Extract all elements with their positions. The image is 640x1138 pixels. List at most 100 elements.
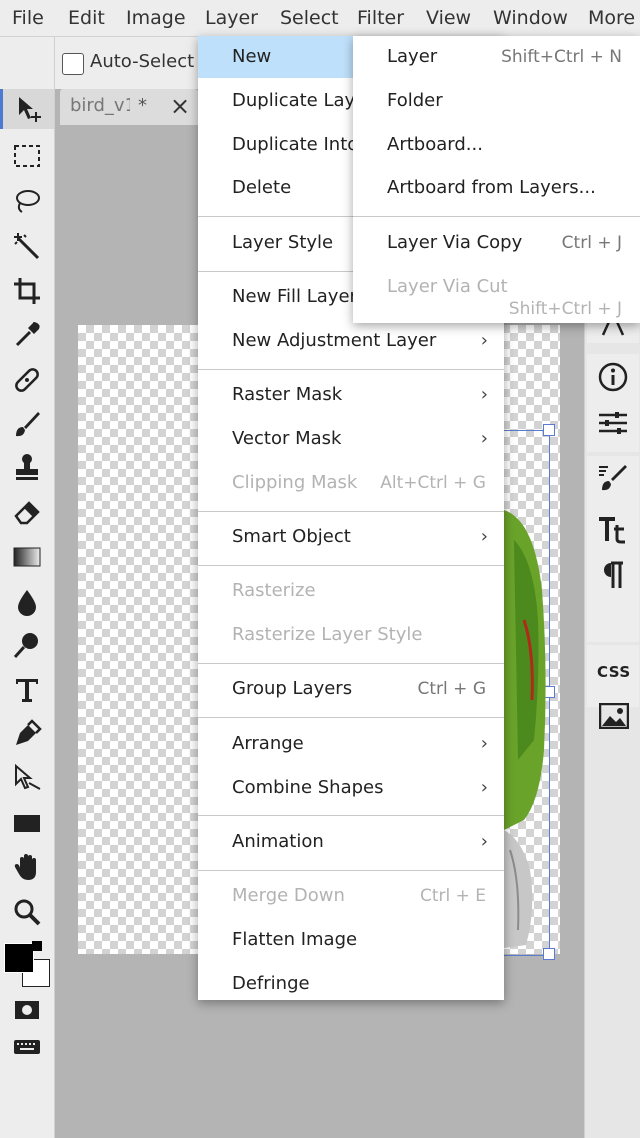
menu-more[interactable]: More: [588, 0, 635, 36]
menu-select[interactable]: Select: [280, 0, 339, 36]
document-tab[interactable]: bird_v1 * ×: [60, 89, 198, 125]
layer-menu-item-clipping-mask: Clipping Mask Alt+Ctrl + G: [198, 462, 504, 504]
info-panel-button[interactable]: [587, 356, 639, 398]
menu-separator: [198, 717, 504, 719]
path-select-tool[interactable]: [3, 758, 51, 798]
menu-item-label: New: [232, 46, 272, 67]
image-icon[interactable]: [599, 703, 629, 729]
crop-icon: [14, 278, 40, 304]
menu-item-label: New Fill Layer: [232, 286, 357, 307]
layer-menu-item-group-layers[interactable]: Group Layers Ctrl + G: [198, 668, 504, 710]
magnifier-icon: [14, 899, 41, 926]
keyboard-tool[interactable]: [3, 1027, 51, 1067]
magic-wand-icon: [14, 233, 40, 260]
mask-icon: [15, 1001, 39, 1019]
default-colors-icon[interactable]: [32, 941, 42, 951]
menu-file[interactable]: File: [12, 0, 44, 36]
shape-tool[interactable]: [3, 803, 51, 843]
menu-item-label: Delete: [232, 177, 292, 199]
tab-close-icon[interactable]: ×: [170, 92, 190, 120]
parrot-image: [504, 510, 546, 948]
dodge-icon: [13, 633, 38, 659]
crop-tool[interactable]: [3, 271, 51, 311]
new-submenu-item-artboard-from-layers[interactable]: Artboard from Layers...: [353, 167, 640, 209]
layer-menu-item-merge-down: Merge Down Ctrl + E: [198, 875, 504, 917]
menu-separator: [198, 368, 504, 370]
transform-handle[interactable]: [543, 424, 555, 436]
new-submenu-item-layer-via-copy[interactable]: Layer Via Copy Ctrl + J: [353, 222, 640, 264]
auto-select-label: Auto-Select: [90, 51, 195, 72]
magic-wand-tool[interactable]: [3, 227, 51, 267]
css-panel-button[interactable]: CSS: [597, 663, 631, 681]
marquee-tool[interactable]: [3, 136, 51, 176]
character-panel-button[interactable]: [587, 508, 639, 550]
menu-item-label: New Adjustment Layer: [232, 329, 437, 351]
stamp-icon: [16, 454, 38, 480]
brush-panel-button[interactable]: [587, 456, 639, 498]
new-submenu-item-layer[interactable]: Layer Shift+Ctrl + N: [353, 36, 640, 78]
new-submenu-item-folder[interactable]: Folder: [353, 80, 640, 122]
zoom-tool[interactable]: [3, 892, 51, 932]
lasso-icon: [16, 190, 40, 213]
menu-item-shortcut: Alt+Ctrl + G: [380, 472, 486, 493]
panel-group-css: CSS: [587, 645, 639, 729]
gradient-icon: [13, 547, 41, 567]
menu-item-label: Arrange: [232, 732, 304, 754]
hand-tool[interactable]: [3, 847, 51, 887]
brush-tool[interactable]: [3, 404, 51, 444]
menu-filter[interactable]: Filter: [357, 0, 404, 36]
layer-menu-item-new-adjustment-layer[interactable]: New Adjustment Layer ›: [198, 320, 504, 362]
menu-item-label: Layer Via Copy: [387, 231, 523, 253]
menu-window[interactable]: Window: [493, 0, 568, 36]
auto-select-checkbox[interactable]: [62, 53, 84, 75]
gradient-tool[interactable]: [3, 537, 51, 577]
chevron-right-icon: ›: [480, 830, 488, 852]
move-arrow-icon: [18, 97, 41, 122]
layer-menu-item-arrange[interactable]: Arrange ›: [198, 723, 504, 765]
layer-menu-item-defringe[interactable]: Defringe: [198, 963, 504, 1005]
menu-separator: [198, 869, 504, 871]
menu-view[interactable]: View: [426, 0, 471, 36]
color-swatches[interactable]: [2, 939, 52, 991]
pen-tool[interactable]: [3, 714, 51, 754]
layer-menu-item-raster-mask[interactable]: Raster Mask ›: [198, 374, 504, 416]
new-submenu-item-layer-via-cut: Layer Via Cut Shift+Ctrl + J: [353, 266, 640, 319]
menu-image[interactable]: Image: [126, 0, 186, 36]
menu-item-label: Merge Down: [232, 885, 345, 907]
eyedropper-tool[interactable]: [3, 315, 51, 355]
tab-title: bird_v1: [70, 95, 130, 116]
bandage-icon: [15, 368, 39, 392]
stamp-tool[interactable]: [3, 447, 51, 487]
layer-menu-item-vector-mask[interactable]: Vector Mask ›: [198, 418, 504, 460]
paragraph-panel-button[interactable]: [587, 554, 639, 596]
eraser-icon: [14, 501, 40, 525]
menu-item-label: Folder: [387, 89, 443, 111]
dodge-tool[interactable]: [3, 625, 51, 665]
lasso-tool[interactable]: [3, 182, 51, 222]
menu-separator: [198, 510, 504, 512]
sliders-icon: [599, 412, 627, 434]
blur-tool[interactable]: [3, 582, 51, 622]
menu-edit[interactable]: Edit: [68, 0, 105, 36]
menu-item-shortcut: Shift+Ctrl + N: [501, 47, 622, 67]
menu-item-label: Smart Object: [232, 526, 351, 547]
layer-menu-item-flatten-image[interactable]: Flatten Image: [198, 919, 504, 961]
eraser-tool[interactable]: [3, 492, 51, 532]
text-style-icon: [599, 517, 625, 544]
layer-menu-item-combine-shapes[interactable]: Combine Shapes ›: [198, 767, 504, 809]
foreground-color-swatch[interactable]: [4, 943, 34, 973]
marquee-icon: [14, 145, 40, 167]
tab-modified-flag: *: [138, 95, 147, 116]
move-tool[interactable]: [0, 89, 54, 129]
new-submenu-item-artboard[interactable]: Artboard...: [353, 124, 640, 166]
type-icon: [16, 679, 38, 702]
menu-layer[interactable]: Layer: [205, 0, 258, 36]
menu-separator: [198, 564, 504, 566]
options-bar: Auto-Select: [16, 37, 204, 89]
layer-menu-item-animation[interactable]: Animation ›: [198, 821, 504, 863]
type-tool[interactable]: [3, 670, 51, 710]
layer-menu-item-smart-object[interactable]: Smart Object ›: [198, 516, 504, 558]
adjustments-panel-button[interactable]: [587, 402, 639, 444]
quick-mask-tool[interactable]: [3, 990, 51, 1030]
healing-brush-tool[interactable]: [3, 360, 51, 400]
